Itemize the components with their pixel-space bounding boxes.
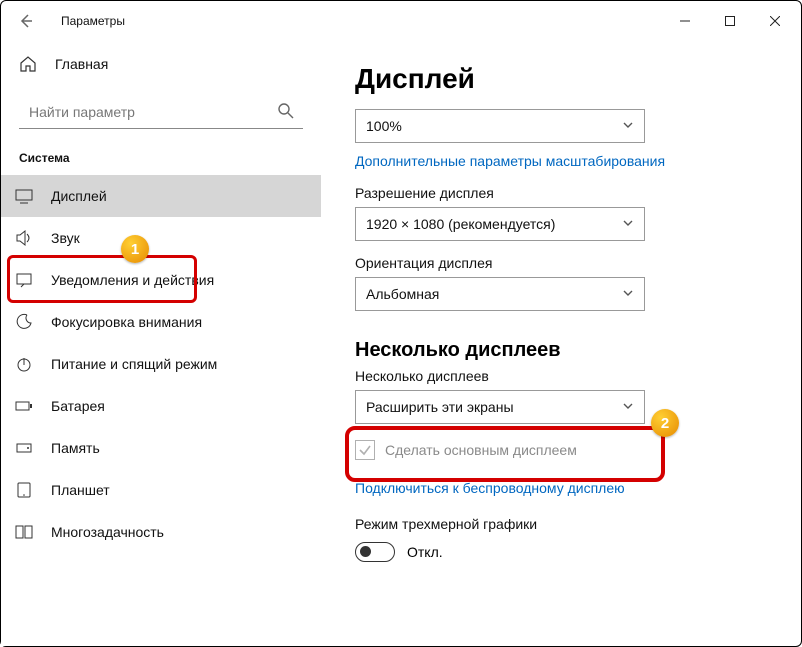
sidebar-item-sound[interactable]: Звук xyxy=(1,217,321,259)
sidebar-group-label: Система xyxy=(1,141,321,171)
orientation-label: Ориентация дисплея xyxy=(355,255,767,271)
sidebar-item-label: Батарея xyxy=(51,398,105,414)
annotation-badge-1: 1 xyxy=(121,235,149,263)
sidebar: Главная Система Дисплей Звук Уведомления… xyxy=(1,41,321,646)
sidebar-item-battery[interactable]: Батарея xyxy=(1,385,321,427)
focus-icon xyxy=(15,313,33,331)
home-icon xyxy=(19,55,37,73)
home-label: Главная xyxy=(55,56,108,72)
gfx-toggle-state: Откл. xyxy=(407,544,443,560)
sidebar-item-display[interactable]: Дисплей xyxy=(1,175,321,217)
gfx-mode-label: Режим трехмерной графики xyxy=(355,516,767,532)
chevron-down-icon xyxy=(622,118,634,134)
multi-display-value: Расширить эти экраны xyxy=(366,399,514,415)
battery-icon xyxy=(15,397,33,415)
window-title: Параметры xyxy=(41,14,125,28)
multi-display-heading: Несколько дисплеев xyxy=(355,339,767,362)
sound-icon xyxy=(15,229,33,247)
close-icon xyxy=(770,16,780,26)
checkbox-icon xyxy=(355,440,375,460)
resolution-value: 1920 × 1080 (рекомендуется) xyxy=(366,216,555,232)
sidebar-item-focus[interactable]: Фокусировка внимания xyxy=(1,301,321,343)
sidebar-item-label: Память xyxy=(51,440,100,456)
scale-select[interactable]: 100% xyxy=(355,109,645,143)
window-controls xyxy=(662,6,797,36)
orientation-value: Альбомная xyxy=(366,286,439,302)
page-heading: Дисплей xyxy=(355,63,767,95)
multi-display-label: Несколько дисплеев xyxy=(355,368,767,384)
sidebar-item-multitasking[interactable]: Многозадачность xyxy=(1,511,321,553)
make-primary-checkbox: Сделать основным дисплеем xyxy=(355,440,767,460)
sidebar-item-storage[interactable]: Память xyxy=(1,427,321,469)
sidebar-item-label: Многозадачность xyxy=(51,524,164,540)
scale-value: 100% xyxy=(366,118,402,134)
advanced-scaling-link[interactable]: Дополнительные параметры масштабирования xyxy=(355,153,665,169)
tablet-icon xyxy=(15,481,33,499)
multitasking-icon xyxy=(15,523,33,541)
maximize-button[interactable] xyxy=(707,6,752,36)
back-button[interactable] xyxy=(11,6,41,36)
chevron-down-icon xyxy=(622,216,634,232)
maximize-icon xyxy=(725,16,735,26)
sidebar-item-power[interactable]: Питание и спящий режим xyxy=(1,343,321,385)
sidebar-item-label: Дисплей xyxy=(51,188,107,204)
minimize-button[interactable] xyxy=(662,6,707,36)
gfx-toggle-row: Откл. xyxy=(355,542,767,562)
chevron-down-icon xyxy=(622,399,634,415)
sidebar-item-notifications[interactable]: Уведомления и действия xyxy=(1,259,321,301)
sidebar-item-label: Звук xyxy=(51,230,80,246)
search-icon xyxy=(277,102,295,125)
sidebar-item-label: Фокусировка внимания xyxy=(51,314,202,330)
arrow-left-icon xyxy=(18,13,34,29)
power-icon xyxy=(15,355,33,373)
titlebar: Параметры xyxy=(1,1,801,41)
wireless-display-link[interactable]: Подключиться к беспроводному дисплею xyxy=(355,480,625,496)
chevron-down-icon xyxy=(622,286,634,302)
make-primary-label: Сделать основным дисплеем xyxy=(385,442,577,458)
annotation-badge-2: 2 xyxy=(651,409,679,437)
main-panel: Дисплей 100% Дополнительные параметры ма… xyxy=(321,41,801,646)
resolution-label: Разрешение дисплея xyxy=(355,185,767,201)
gfx-toggle[interactable] xyxy=(355,542,395,562)
close-button[interactable] xyxy=(752,6,797,36)
home-nav[interactable]: Главная xyxy=(1,47,321,81)
sidebar-item-label: Планшет xyxy=(51,482,110,498)
display-icon xyxy=(15,187,33,205)
search-input[interactable] xyxy=(19,95,303,129)
sidebar-list: Дисплей Звук Уведомления и действия Фоку… xyxy=(1,175,321,553)
search-wrap xyxy=(19,95,303,129)
sidebar-item-tablet[interactable]: Планшет xyxy=(1,469,321,511)
multi-display-select[interactable]: Расширить эти экраны xyxy=(355,390,645,424)
sidebar-item-label: Питание и спящий режим xyxy=(51,356,217,372)
resolution-select[interactable]: 1920 × 1080 (рекомендуется) xyxy=(355,207,645,241)
sidebar-item-label: Уведомления и действия xyxy=(51,272,214,288)
orientation-select[interactable]: Альбомная xyxy=(355,277,645,311)
minimize-icon xyxy=(680,16,690,26)
storage-icon xyxy=(15,439,33,457)
notifications-icon xyxy=(15,271,33,289)
